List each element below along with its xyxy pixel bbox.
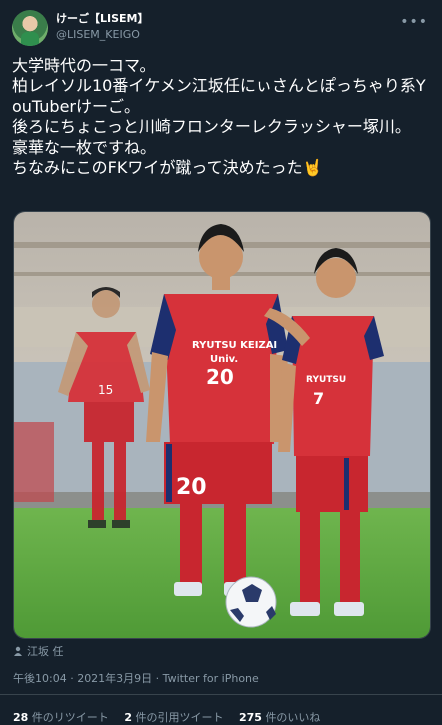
svg-text:Univ.: Univ. [210,354,238,365]
likes-label: 件のいいね [265,711,321,724]
user-handle[interactable]: @LISEM_KEIGO [56,27,149,43]
tagged-user-name[interactable]: 江坂 任 [27,645,64,658]
tweet-photo[interactable]: 15 RYUTSU KEIZAI Univ. 20 20 RYUTSU 7 [13,211,431,639]
soccer-photo: 15 RYUTSU KEIZAI Univ. 20 20 RYUTSU 7 [14,212,430,638]
person-icon [14,646,22,656]
tweet-text: 大学時代の一コマ。 柏レイソル10番イケメン江坂任にぃさんとぽっちゃり系YouT… [12,56,426,178]
author-names[interactable]: けーご【LISEM】 @LISEM_KEIGO [56,11,149,43]
svg-text:15: 15 [98,383,113,397]
svg-text:RYUTSU: RYUTSU [306,375,346,385]
tweet-timestamp[interactable]: 午後10:04 · 2021年3月9日 · Twitter for iPhone [13,670,259,686]
svg-text:20: 20 [176,475,207,500]
svg-text:20: 20 [206,365,234,389]
display-name[interactable]: けーご【LISEM】 [56,11,149,27]
quotes-label: 件の引用ツイート [135,711,224,724]
tweet-header: けーご【LISEM】 @LISEM_KEIGO ••• [12,10,430,46]
tagged-user[interactable]: 江坂 任 [13,643,64,659]
user-avatar-icon[interactable] [12,10,48,46]
svg-text:7: 7 [313,389,324,408]
soccer-ball [225,576,277,628]
quotes-stat[interactable]: 2 件の引用ツイート [124,711,223,724]
more-options-icon[interactable]: ••• [400,14,428,30]
tweet-stats: 28 件のリツイート 2 件の引用ツイート 275 件のいいね [13,709,332,725]
retweets-label: 件のリツイート [31,711,109,724]
retweets-count: 28 [13,711,29,724]
retweets-stat[interactable]: 28 件のリツイート [13,711,109,724]
likes-count: 275 [238,711,262,724]
likes-stat[interactable]: 275 件のいいね [239,711,320,724]
divider [0,694,442,695]
svg-text:RYUTSU KEIZAI: RYUTSU KEIZAI [192,340,277,351]
quotes-count: 2 [124,711,132,724]
